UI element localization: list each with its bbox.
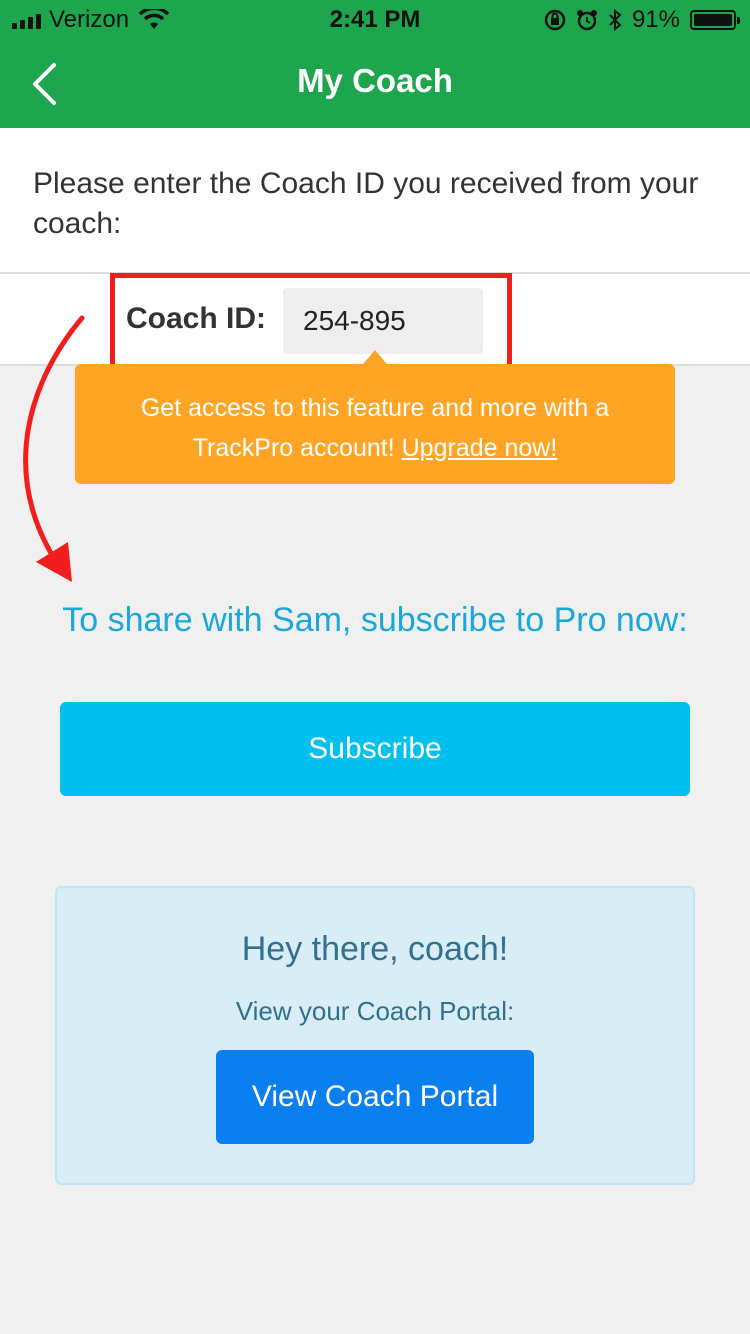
tooltip-pointer	[363, 350, 387, 364]
alarm-icon	[576, 10, 597, 31]
subscribe-button[interactable]: Subscribe	[60, 702, 690, 796]
status-bar: Verizon 2:41 PM 91%	[0, 0, 750, 40]
battery-icon	[690, 10, 740, 30]
coach-portal-panel: Hey there, coach! View your Coach Portal…	[55, 886, 695, 1185]
battery-percent: 91%	[631, 6, 680, 33]
view-coach-portal-button[interactable]: View Coach Portal	[216, 1050, 534, 1144]
upgrade-now-link[interactable]: Upgrade now!	[402, 434, 558, 462]
status-right: 91%	[544, 6, 740, 34]
share-heading: To share with Sam, subscribe to Pro now:	[62, 601, 688, 639]
navigation-bar: My Coach	[0, 40, 750, 128]
upgrade-tooltip: Get access to this feature and more with…	[75, 364, 675, 484]
coach-panel-title: Hey there, coach!	[241, 930, 509, 968]
annotation-highlight-box	[110, 273, 512, 369]
page-title: My Coach	[297, 62, 453, 99]
coach-panel-subtitle: View your Coach Portal:	[235, 996, 515, 1026]
instruction-text: Please enter the Coach ID you received f…	[0, 128, 750, 274]
bluetooth-icon	[609, 8, 622, 32]
orientation-lock-icon	[544, 9, 566, 31]
annotation-arrow-icon	[23, 315, 85, 582]
